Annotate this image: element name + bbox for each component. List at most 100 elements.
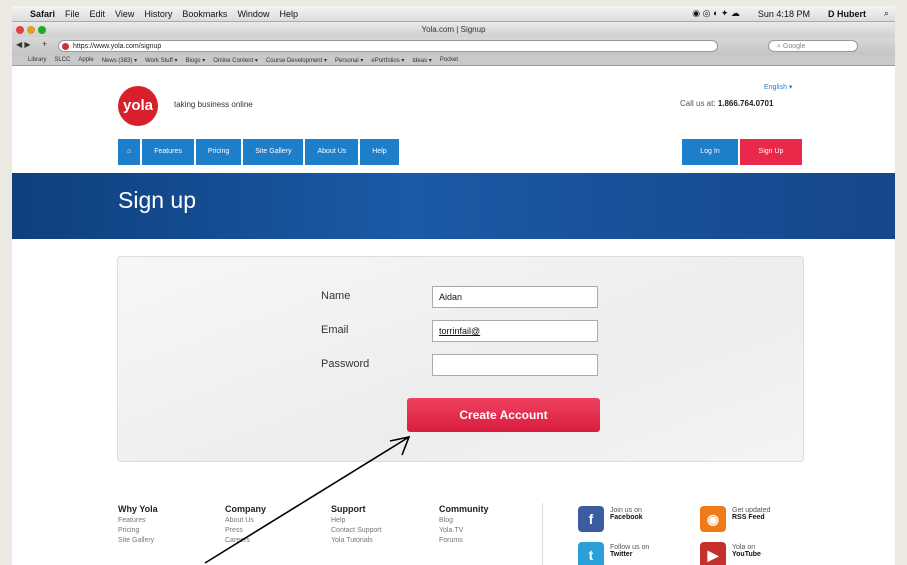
social-caption: Get updated bbox=[732, 507, 771, 514]
add-bookmark-icon[interactable]: + bbox=[42, 39, 47, 49]
footer-link[interactable]: Press bbox=[225, 527, 335, 534]
nav-features[interactable]: Features bbox=[142, 139, 194, 165]
nav-about-us[interactable]: About Us bbox=[305, 139, 359, 165]
twitter-icon[interactable]: t bbox=[578, 542, 604, 565]
bookmark-item[interactable]: ePortfolios ▾ bbox=[371, 57, 404, 64]
menubar-clock[interactable]: Sun 4:18 PM bbox=[758, 9, 810, 19]
youtube-link[interactable]: Yola on YouTube bbox=[732, 544, 761, 558]
bookmark-item[interactable]: News (383) ▾ bbox=[102, 57, 137, 64]
signup-button[interactable]: Sign Up bbox=[740, 139, 802, 165]
footer-link[interactable]: Careers bbox=[225, 537, 335, 544]
footer-divider bbox=[542, 503, 543, 565]
social-caption: Yola on bbox=[732, 544, 756, 551]
menu-history[interactable]: History bbox=[144, 9, 172, 19]
bookmark-item[interactable]: Work Stuff ▾ bbox=[145, 57, 177, 64]
right-border bbox=[895, 0, 907, 565]
menubar-user[interactable]: D Hubert bbox=[828, 9, 866, 19]
footer-heading: Support bbox=[331, 504, 366, 514]
footer-link[interactable]: Blog bbox=[439, 517, 549, 524]
menu-window[interactable]: Window bbox=[237, 9, 269, 19]
social-name: RSS Feed bbox=[732, 514, 765, 521]
bookmark-item[interactable]: Blogs ▾ bbox=[186, 57, 206, 64]
footer-heading: Company bbox=[225, 504, 267, 514]
footer-link[interactable]: Yola.TV bbox=[439, 527, 549, 534]
social-caption: Follow us on bbox=[610, 544, 650, 551]
footer-link[interactable]: Contact Support bbox=[331, 527, 441, 534]
bookmark-item[interactable]: Course Development ▾ bbox=[266, 57, 327, 64]
browser-toolbar: ◀ ▶ + https://www.yola.com/signup ⌕ Goog… bbox=[12, 37, 895, 55]
language-selector[interactable]: English ▾ bbox=[764, 83, 792, 91]
address-bar[interactable]: https://www.yola.com/signup bbox=[58, 40, 718, 52]
facebook-icon[interactable]: f bbox=[578, 506, 604, 532]
home-button[interactable]: ⌂ bbox=[118, 139, 141, 165]
window-titlebar: Yola.com | Signup bbox=[12, 23, 895, 37]
name-field[interactable]: Aidan bbox=[432, 286, 598, 308]
zoom-window-icon[interactable] bbox=[38, 26, 46, 34]
bookmark-item[interactable]: Ideas ▾ bbox=[412, 57, 431, 64]
menu-edit[interactable]: Edit bbox=[90, 9, 106, 19]
yola-logo[interactable]: yola bbox=[118, 86, 158, 126]
youtube-icon[interactable]: ▶ bbox=[700, 542, 726, 565]
phone-contact: Call us at: 1.866.764.0701 bbox=[680, 99, 773, 108]
minimize-window-icon[interactable] bbox=[27, 26, 35, 34]
search-field[interactable]: ⌕ Google bbox=[768, 40, 858, 52]
phone-number: 1.866.764.0701 bbox=[717, 99, 774, 108]
page-title: Sign up bbox=[118, 187, 197, 213]
login-button[interactable]: Log In bbox=[682, 139, 738, 165]
bookmarks-bar: Library SLCC Apple News (383) ▾ Work Stu… bbox=[12, 55, 895, 66]
footer-link[interactable]: About Us bbox=[225, 517, 335, 524]
search-placeholder: Google bbox=[782, 43, 806, 50]
password-label: Password bbox=[321, 358, 370, 370]
window-title: Yola.com | Signup bbox=[421, 25, 486, 34]
menu-bookmarks[interactable]: Bookmarks bbox=[182, 9, 227, 19]
footer-link[interactable]: Features bbox=[118, 517, 228, 524]
left-border bbox=[0, 0, 12, 565]
footer-link[interactable]: Forums bbox=[439, 537, 549, 544]
bookmark-item[interactable]: Pocket bbox=[440, 57, 458, 63]
back-forward-icon[interactable]: ◀ ▶ bbox=[16, 40, 31, 49]
rss-icon[interactable]: ◉ bbox=[700, 506, 726, 532]
nav-help[interactable]: Help bbox=[360, 139, 399, 165]
menu-file[interactable]: File bbox=[65, 9, 80, 19]
address-text: https://www.yola.com/signup bbox=[73, 43, 162, 50]
rss-link[interactable]: Get updated RSS Feed bbox=[732, 507, 771, 521]
home-icon: ⌂ bbox=[127, 148, 132, 155]
spotlight-icon[interactable]: ⌕ bbox=[884, 8, 889, 19]
social-name: Facebook bbox=[610, 514, 643, 521]
main-nav: ⌂ Features Pricing Site Gallery About Us… bbox=[118, 139, 399, 165]
twitter-link[interactable]: Follow us on Twitter bbox=[610, 544, 649, 558]
bookmark-item[interactable]: Library bbox=[28, 57, 46, 63]
email-label: Email bbox=[321, 324, 349, 336]
nav-site-gallery[interactable]: Site Gallery bbox=[243, 139, 304, 165]
close-window-icon[interactable] bbox=[16, 26, 24, 34]
password-field[interactable] bbox=[432, 354, 598, 376]
footer-heading: Why Yola bbox=[118, 504, 158, 514]
footer-column: Why Yola Features Pricing Site Gallery bbox=[118, 504, 228, 547]
footer-heading: Community bbox=[439, 504, 489, 514]
bookmark-item[interactable]: SLCC bbox=[54, 57, 70, 63]
mac-menubar: Safari File Edit View History Bookmarks … bbox=[12, 6, 895, 22]
footer-column: Community Blog Yola.TV Forums bbox=[439, 504, 549, 547]
bookmark-item[interactable]: Online Content ▾ bbox=[213, 57, 258, 64]
status-icons[interactable]: ◉ ◎ ◐ ✦ ☁ bbox=[692, 8, 740, 19]
signup-banner: Sign up bbox=[12, 173, 895, 239]
social-caption: Join us on bbox=[610, 507, 642, 514]
menu-help[interactable]: Help bbox=[279, 9, 298, 19]
social-name: Twitter bbox=[610, 551, 633, 558]
menu-view[interactable]: View bbox=[115, 9, 134, 19]
bookmark-item[interactable]: Apple bbox=[78, 57, 93, 63]
footer-link[interactable]: Site Gallery bbox=[118, 537, 228, 544]
facebook-link[interactable]: Join us on Facebook bbox=[610, 507, 643, 521]
footer-column: Company About Us Press Careers bbox=[225, 504, 335, 547]
social-name: YouTube bbox=[732, 551, 761, 558]
menu-safari[interactable]: Safari bbox=[30, 9, 55, 19]
footer-link[interactable]: Pricing bbox=[118, 527, 228, 534]
secure-lock-icon bbox=[62, 43, 69, 50]
email-field[interactable]: torrinfail@ bbox=[432, 320, 598, 342]
bookmark-item[interactable]: Personal ▾ bbox=[335, 57, 363, 64]
screen: Safari File Edit View History Bookmarks … bbox=[0, 0, 907, 565]
footer-link[interactable]: Yola Tutorials bbox=[331, 537, 441, 544]
footer-link[interactable]: Help bbox=[331, 517, 441, 524]
nav-pricing[interactable]: Pricing bbox=[195, 139, 242, 165]
create-account-button[interactable]: Create Account bbox=[407, 398, 600, 432]
